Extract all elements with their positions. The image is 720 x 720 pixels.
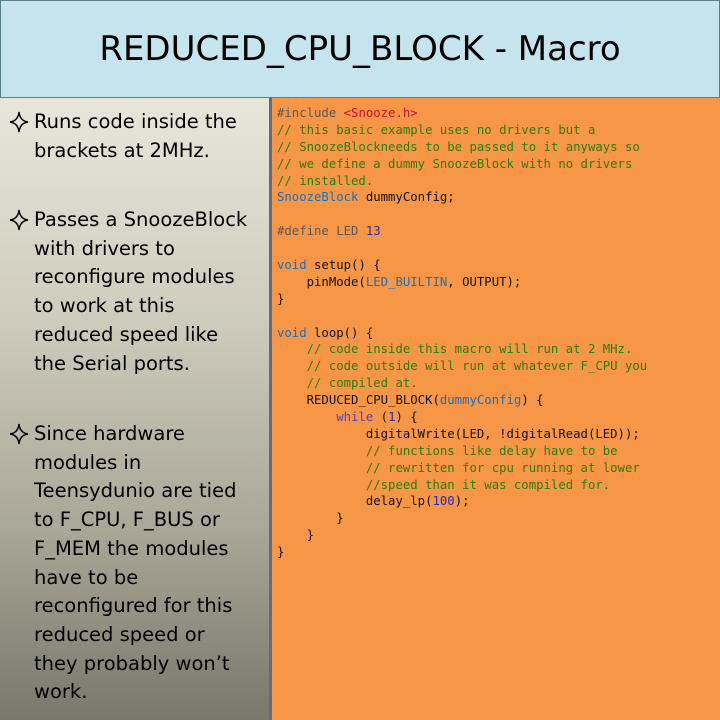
bullet-text-line: to work at this <box>34 294 175 318</box>
code-token: // code outside will run at whatever F_C… <box>277 359 648 374</box>
code-line: // installed. <box>277 173 647 190</box>
code-line: // SnoozeBlockneeds to be passed to it a… <box>277 139 647 156</box>
code-token: 13 <box>365 224 381 239</box>
bullet-text-line: F_MEM the modules <box>34 536 229 560</box>
bullet-text-line: reduced speed or <box>34 622 205 646</box>
code-token: void <box>277 258 307 273</box>
bullet-text-line: reconfigure modules <box>34 265 235 289</box>
bullet-text-line: Since hardware <box>34 422 185 445</box>
code-token: #include <box>277 106 344 120</box>
code-line: // code inside this macro will run at 2 … <box>277 341 647 358</box>
code-token: while <box>277 410 374 425</box>
bullet-text-line: they probably won’t <box>34 651 230 675</box>
code-token: // installed. <box>277 173 374 188</box>
code-panel: #include <Snooze.h>// this basic example… <box>272 98 720 720</box>
bullet-item-2: Passes a SnoozeBlock with drivers to rec… <box>8 206 266 378</box>
code-line: } <box>277 544 647 561</box>
page-title: REDUCED_CPU_BLOCK - Macro <box>99 29 621 69</box>
code-line: #include <Snooze.h> <box>277 105 647 122</box>
code-line: digitalWrite(LED, !digitalRead(LED)); <box>277 426 647 443</box>
code-token: } <box>277 545 285 560</box>
code-line: #define LED 13 <box>277 223 647 240</box>
code-token: pinMode( <box>277 274 366 289</box>
code-token: ); <box>454 494 470 509</box>
code-token: 100 <box>432 494 455 509</box>
code-token: // rewritten for cpu running at lower <box>277 460 640 475</box>
code-token: delay_lp( <box>277 494 433 509</box>
bullet-text-line: with drivers to <box>34 236 175 260</box>
code-token: dummyConfig; <box>358 190 455 205</box>
bullet-text-line: brackets at 2MHz. <box>34 138 210 162</box>
code-block: #include <Snooze.h>// this basic example… <box>277 105 647 561</box>
code-token: setup() { <box>306 258 381 273</box>
title-bar: REDUCED_CPU_BLOCK - Macro <box>0 0 720 98</box>
code-token: ) { <box>395 410 418 425</box>
four-pointed-star-icon <box>9 423 29 445</box>
code-line: while (1) { <box>277 409 647 426</box>
code-token: // we define a dummy SnoozeBlock with no… <box>277 156 633 171</box>
code-token: digitalWrite(LED, !digitalRead(LED)); <box>277 426 640 441</box>
bullet-text-line: to F_CPU, F_BUS or <box>34 508 220 532</box>
code-line: pinMode(LED_BUILTIN, OUTPUT); <box>277 274 647 291</box>
code-token: // compiled at. <box>277 376 418 391</box>
code-token: // this basic example uses no drivers bu… <box>277 122 596 137</box>
code-token: // functions like delay have to be <box>277 443 618 458</box>
code-line: // rewritten for cpu running at lower <box>277 460 647 477</box>
code-token: } <box>277 511 344 526</box>
code-line: } <box>277 291 647 308</box>
code-line: } <box>277 527 647 544</box>
code-token: } <box>277 291 285 306</box>
code-line: // this basic example uses no drivers bu… <box>277 122 647 139</box>
code-token: void <box>277 325 307 340</box>
code-line: void setup() { <box>277 257 647 274</box>
four-pointed-star-icon <box>9 209 29 231</box>
code-line: // compiled at. <box>277 375 647 392</box>
code-token: // code inside this macro will run at 2 … <box>277 342 633 357</box>
bullet-item-3: Since hardware modules in Teensydunio ar… <box>8 420 266 707</box>
code-token: //speed than it was compiled for. <box>277 477 611 492</box>
code-line: REDUCED_CPU_BLOCK(dummyConfig) { <box>277 392 647 409</box>
code-token: SnoozeBlock <box>277 190 359 205</box>
code-line: // functions like delay have to be <box>277 443 647 460</box>
four-pointed-star-icon <box>9 111 29 133</box>
bullet-text-line: modules in <box>34 450 142 474</box>
code-token: LED_BUILTIN <box>365 274 448 289</box>
code-line: //speed than it was compiled for. <box>277 477 647 494</box>
code-token: loop() { <box>306 325 374 340</box>
bullet-text-line: reconfigured for this <box>34 594 233 618</box>
code-line: delay_lp(100); <box>277 493 647 510</box>
bullet-text-line: Teensydunio are tied <box>34 479 237 503</box>
bullet-panel: Runs code inside the brackets at 2MHz. P… <box>0 98 269 720</box>
code-token: REDUCED_CPU_BLOCK( <box>277 393 440 408</box>
bullet-text-line: Runs code inside the <box>34 110 237 133</box>
code-token: // SnoozeBlockneeds to be passed to it a… <box>277 139 640 154</box>
code-token: #define LED <box>277 224 366 239</box>
code-token: ) { <box>521 393 544 408</box>
bullet-text-line: work. <box>34 680 88 704</box>
code-line: // code outside will run at whatever F_C… <box>277 358 648 375</box>
code-token: dummyConfig <box>439 393 522 408</box>
code-token: , OUTPUT); <box>447 274 522 289</box>
code-line: } <box>277 510 647 527</box>
bullet-item-1: Runs code inside the brackets at 2MHz. <box>8 108 266 165</box>
bullet-text-line: have to be <box>34 565 139 589</box>
bullet-text-line: the Serial ports. <box>34 351 190 375</box>
code-line: void loop() { <box>277 325 647 342</box>
code-token: ( <box>373 410 389 425</box>
code-token: <Snooze.h> <box>343 106 418 120</box>
bullet-text-line: reduced speed like <box>34 322 219 346</box>
code-token: } <box>277 528 315 543</box>
code-line: SnoozeBlock dummyConfig; <box>277 189 647 206</box>
bullet-text-line: Passes a SnoozeBlock <box>34 208 248 231</box>
code-line: // we define a dummy SnoozeBlock with no… <box>277 156 647 173</box>
